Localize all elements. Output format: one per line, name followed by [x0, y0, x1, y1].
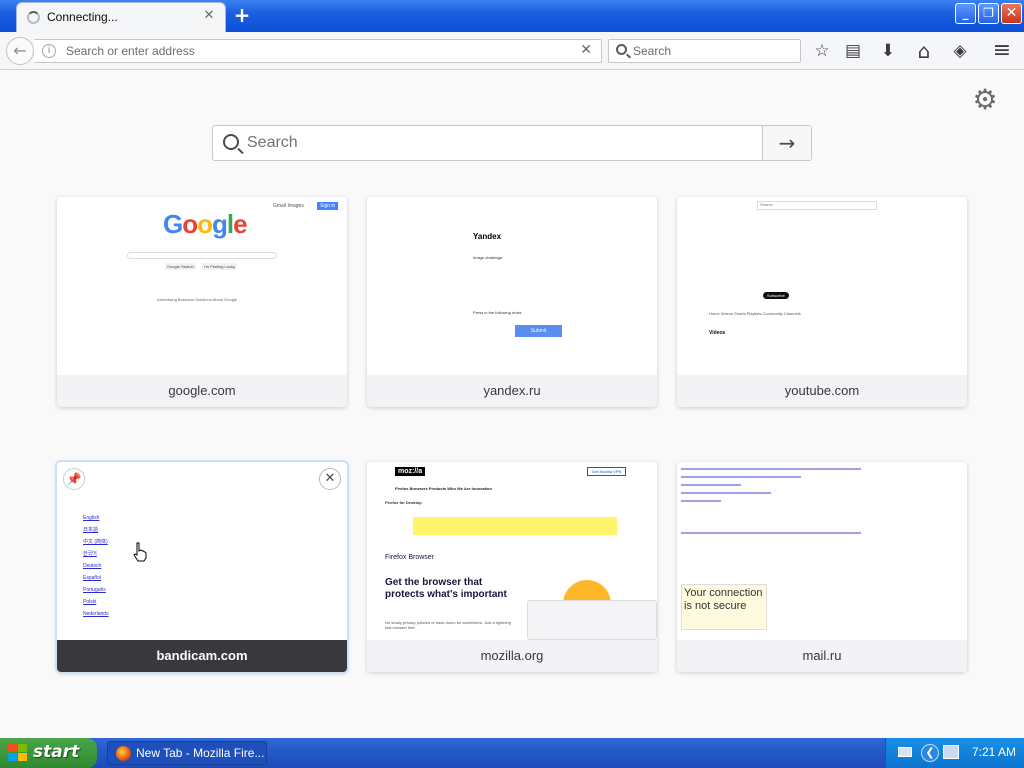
title-bar: Connecting... ✕ + _ ❐ ✕ [0, 0, 1024, 32]
top-site-tile-mozilla[interactable]: moz://a Get Mozilla VPN Firefox Browsers… [367, 462, 657, 672]
nav-toolbar: ← i ✕ ☆ ▤ ⬇ ⌂ ◈ ≡ [0, 32, 1024, 70]
pocket-icon[interactable]: ◈ [947, 39, 973, 63]
loading-spinner-icon [27, 11, 40, 24]
thumb-text: Your connection is not secure [681, 584, 767, 630]
thumb-link: Português [83, 587, 106, 593]
thumb-link: Polski [83, 599, 97, 605]
thumb-text: moz://a [395, 467, 426, 476]
maximize-button[interactable]: ❐ [978, 3, 999, 24]
thumb-text: Firefox for Desktop [385, 500, 422, 505]
tile-thumbnail: Gmail Images Sign in Google Google Searc… [57, 197, 347, 375]
thumb-link: 日本語 [83, 527, 99, 533]
tile-label: google.com [57, 375, 347, 407]
taskbar: start New Tab - Mozilla Fire... ❮ 7:21 A… [0, 738, 1024, 768]
google-logo: Google [163, 209, 248, 239]
tile-label: yandex.ru [367, 375, 657, 407]
tile-thumbnail: English 日本語中文 (简体) 한국어 Deutsch Español Portug… [57, 462, 347, 640]
thumb-link-list: English 日本語中文 (简体) 한국어 Deutsch Español Portug… [83, 512, 109, 620]
thumb-banner [413, 517, 617, 535]
thumb-text: Search [757, 201, 877, 210]
system-tray: ❮ 7:21 AM [885, 738, 1024, 768]
thumb-link: English [83, 515, 100, 521]
thumb-text: Advertising Business Solutions About Goo… [157, 297, 238, 302]
toolbar-search-input[interactable] [633, 43, 793, 59]
keyboard-icon[interactable] [898, 747, 912, 757]
menu-icon[interactable]: ≡ [989, 39, 1015, 63]
top-site-tile-yandex[interactable]: Yandex Image challenge Press in the foll… [367, 197, 657, 407]
tile-thumbnail: Search Subscribe Home Videos Shorts Play… [677, 197, 967, 375]
thumb-text: Yandex [473, 232, 502, 241]
top-site-tile-bandicam[interactable]: English 日本語中文 (简体) 한국어 Deutsch Español Portug… [57, 462, 347, 672]
tab-connecting[interactable]: Connecting... ✕ [16, 2, 226, 32]
close-window-button[interactable]: ✕ [1001, 3, 1022, 24]
bookmark-star-icon[interactable]: ☆ [809, 39, 835, 63]
thumb-text: Press in the following order: [473, 310, 523, 315]
thumb-text: Get Mozilla VPN [587, 467, 627, 476]
settings-gear-icon[interactable]: ⚙ [970, 85, 1000, 115]
windows-flag-icon [8, 744, 28, 762]
thumb-text: I'm Feeling Lucky [202, 263, 237, 270]
firefox-icon [116, 746, 131, 761]
tile-thumbnail: Your connection is not secure [677, 462, 967, 640]
search-bar[interactable] [608, 39, 801, 63]
top-site-tile-mail[interactable]: Your connection is not secure mail.ru [677, 462, 967, 672]
thumb-text: Get the browser that protects what's imp… [385, 577, 507, 600]
start-button[interactable]: start [0, 738, 97, 768]
thumb-text: No shady privacy policies or back doors … [385, 620, 511, 630]
tile-thumbnail: Yandex Image challenge Press in the foll… [367, 197, 657, 375]
search-go-button[interactable]: → [762, 126, 811, 160]
network-icon[interactable] [943, 745, 959, 759]
tab-close-icon[interactable]: ✕ [201, 8, 217, 24]
pin-icon[interactable]: 📌 [63, 468, 85, 490]
minimize-button[interactable]: _ [955, 3, 976, 24]
home-icon[interactable]: ⌂ [911, 39, 937, 63]
info-icon[interactable]: i [42, 44, 56, 58]
tile-label: mail.ru [677, 640, 967, 672]
back-button[interactable]: ← [6, 37, 34, 65]
download-icon[interactable]: ⬇ [875, 39, 901, 63]
thumb-text: Home Videos Shorts Playlists Community C… [709, 311, 801, 316]
thumb-text: Submit [515, 325, 562, 337]
taskbar-item-firefox[interactable]: New Tab - Mozilla Fire... [107, 741, 267, 765]
taskbar-item-label: New Tab - Mozilla Fire... [136, 746, 265, 760]
tile-thumbnail: moz://a Get Mozilla VPN Firefox Browsers… [367, 462, 657, 640]
thumb-link: 中文 (简体) [83, 539, 108, 545]
thumb-searchbox [127, 252, 277, 259]
thumb-text: Image challenge [473, 255, 503, 260]
new-tab-button[interactable]: + [231, 5, 253, 27]
new-tab-page: ⚙ → Gmail Images Sign in Google Google S… [0, 71, 1024, 738]
thumb-link: Español [83, 575, 102, 581]
tray-expand-icon[interactable]: ❮ [921, 744, 939, 762]
clock: 7:21 AM [972, 745, 1017, 759]
top-site-tile-youtube[interactable]: Search Subscribe Home Videos Shorts Play… [677, 197, 967, 407]
clear-url-icon[interactable]: ✕ [580, 42, 592, 58]
tile-label: mozilla.org [367, 640, 657, 672]
library-icon[interactable]: ▤ [840, 39, 866, 63]
thumb-text: Gmail Images [273, 203, 304, 209]
thumb-text: Firefox Browsers Products Who We Are Inn… [395, 486, 492, 491]
start-label: start [33, 742, 80, 762]
search-icon [616, 44, 627, 55]
thumb-link: Nederlands [83, 611, 109, 617]
thumb-text: Firefox Browser [385, 554, 435, 561]
newtab-search-box[interactable]: → [212, 125, 812, 161]
thumb-browser-graphic [527, 600, 657, 640]
thumb-text: Google Search [165, 263, 196, 270]
thumb-text: Sign in [317, 202, 339, 210]
tile-close-icon[interactable]: ✕ [319, 468, 341, 490]
thumb-link-block [681, 466, 881, 576]
tab-title: Connecting... [47, 10, 118, 24]
thumb-text: Videos [709, 330, 726, 336]
url-bar[interactable]: i ✕ [34, 39, 602, 63]
hand-cursor-icon [133, 542, 147, 562]
url-input[interactable] [66, 43, 566, 59]
newtab-search-input[interactable] [247, 133, 747, 153]
thumb-link: 한국어 [83, 551, 97, 557]
top-site-tile-google[interactable]: Gmail Images Sign in Google Google Searc… [57, 197, 347, 407]
thumb-link: Deutsch [83, 563, 102, 569]
search-icon [223, 134, 239, 150]
tile-label: bandicam.com [57, 640, 347, 672]
tile-label: youtube.com [677, 375, 967, 407]
thumb-text: Subscribe [763, 292, 789, 299]
